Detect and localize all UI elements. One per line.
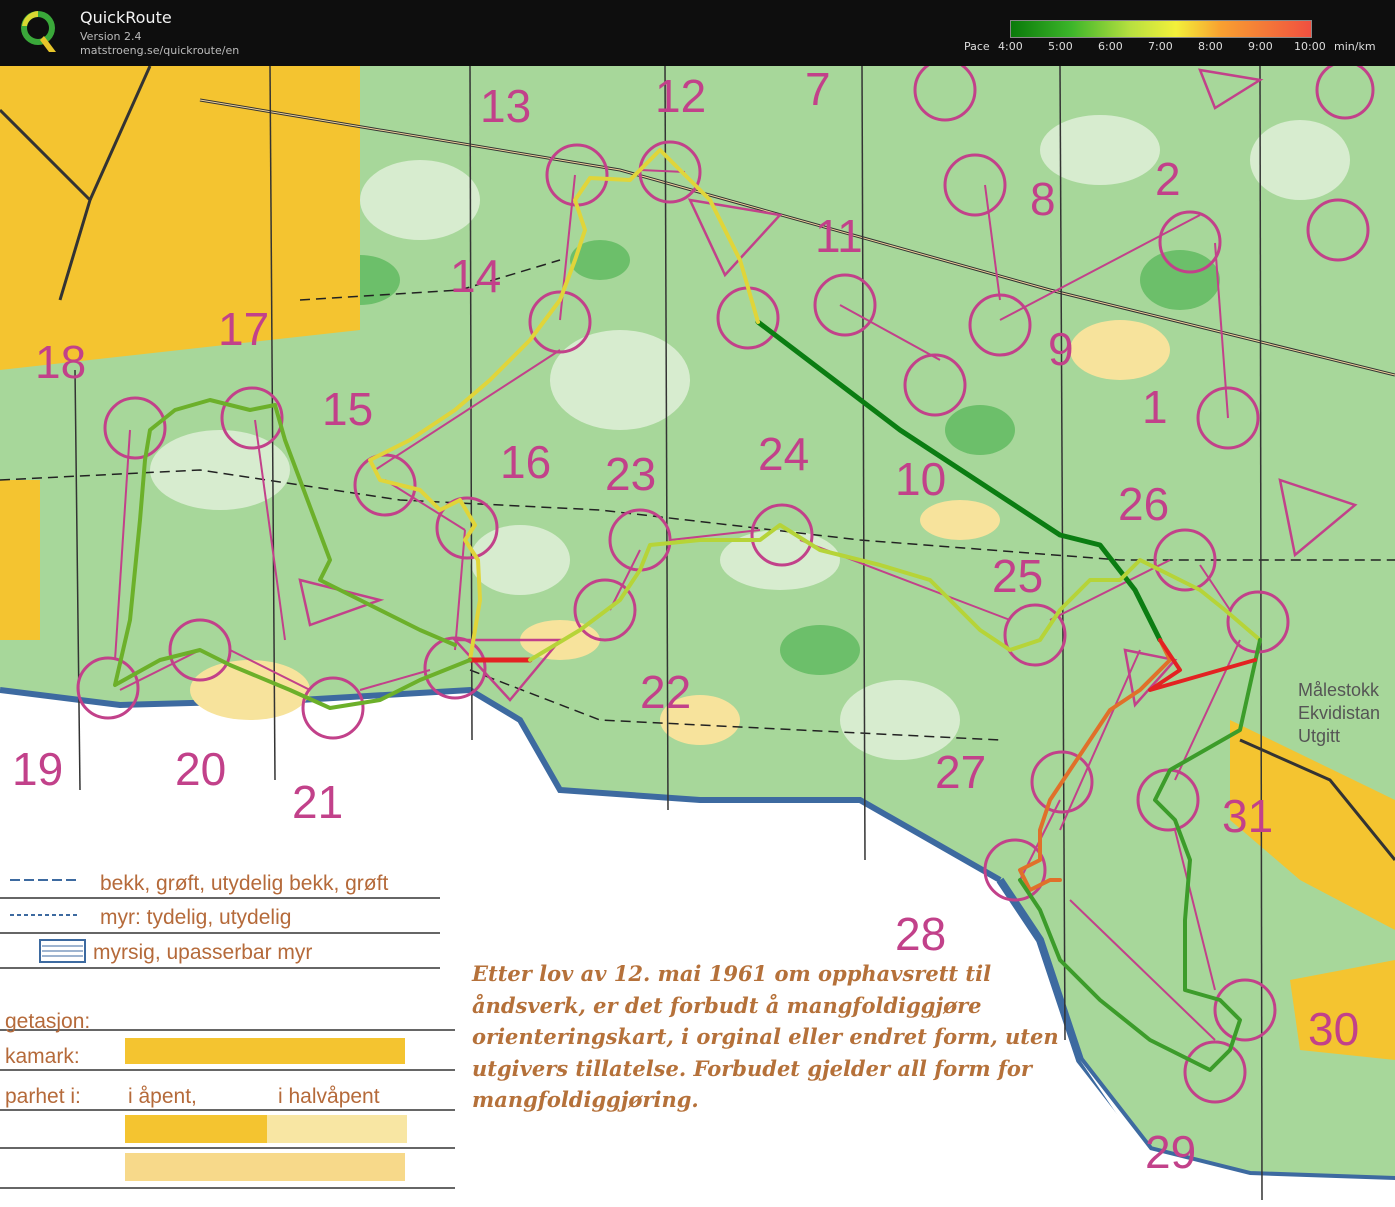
published-label: Utgitt	[1298, 726, 1341, 746]
pace-tick: 10:00	[1294, 40, 1326, 53]
control-number: 30	[1308, 1003, 1359, 1055]
legend-vegetation: getasjon:	[5, 1010, 91, 1033]
control-number: 15	[322, 383, 373, 435]
app-title: QuickRoute	[80, 8, 172, 27]
control-number: 28	[895, 908, 946, 960]
pace-tick: 7:00	[1148, 40, 1173, 53]
control-number: 31	[1222, 790, 1273, 842]
control-number: 7	[805, 66, 831, 115]
pace-tick: 5:00	[1048, 40, 1073, 53]
app-url: matstroeng.se/quickroute/en	[80, 44, 240, 57]
control-number: 18	[35, 336, 86, 388]
control-number: 21	[292, 776, 343, 828]
control-number: 25	[992, 550, 1043, 602]
quickroute-header: QuickRoute Version 2.4 matstroeng.se/qui…	[0, 0, 1395, 66]
legend-field: kamark:	[5, 1045, 80, 1068]
control-number: 17	[218, 303, 269, 355]
legend-stream: bekk, grøft, utydelig bekk, grøft	[100, 872, 389, 895]
control-number: 11	[815, 210, 863, 262]
quickroute-logo-icon	[21, 11, 56, 52]
control-number: 10	[895, 453, 946, 505]
app-version: Version 2.4	[80, 30, 142, 43]
pace-tick: 4:00	[998, 40, 1023, 53]
control-number: 20	[175, 743, 226, 795]
control-number: 12	[655, 70, 706, 122]
control-number: 1	[1142, 381, 1168, 433]
pace-label: Pace	[964, 40, 990, 53]
contour-label: Ekvidistan	[1298, 703, 1381, 723]
legend-impassable-marsh: myrsig, upasserbar myr	[93, 941, 313, 964]
control-number: 16	[500, 436, 551, 488]
control-number: 26	[1118, 478, 1169, 530]
control-number: 24	[758, 428, 809, 480]
control-number: 2	[1155, 153, 1181, 205]
control-number: 13	[480, 80, 531, 132]
control-number: 29	[1145, 1126, 1196, 1178]
pace-unit: min/km	[1334, 40, 1376, 53]
control-number: 9	[1048, 323, 1074, 375]
pace-gradient-bar	[1010, 20, 1312, 38]
control-number: 27	[935, 746, 986, 798]
pace-tick: 6:00	[1098, 40, 1123, 53]
control-number: 19	[12, 743, 63, 795]
legend-marsh: myr: tydelig, utydelig	[100, 906, 292, 929]
control-number: 23	[605, 448, 656, 500]
control-number: 14	[450, 250, 501, 302]
control-number: 22	[640, 666, 691, 718]
legend-runnability: parhet i:	[5, 1085, 81, 1108]
copyright-notice: Etter lov av 12. mai 1961 om opphavsrett…	[472, 961, 1059, 1112]
legend-semi-open: i halvåpent	[278, 1085, 380, 1108]
pace-tick: 9:00	[1248, 40, 1273, 53]
legend-open: i åpent,	[128, 1085, 197, 1108]
control-number: 8	[1030, 173, 1056, 225]
pace-tick: 8:00	[1198, 40, 1223, 53]
scale-label: Målestokk	[1298, 680, 1380, 700]
